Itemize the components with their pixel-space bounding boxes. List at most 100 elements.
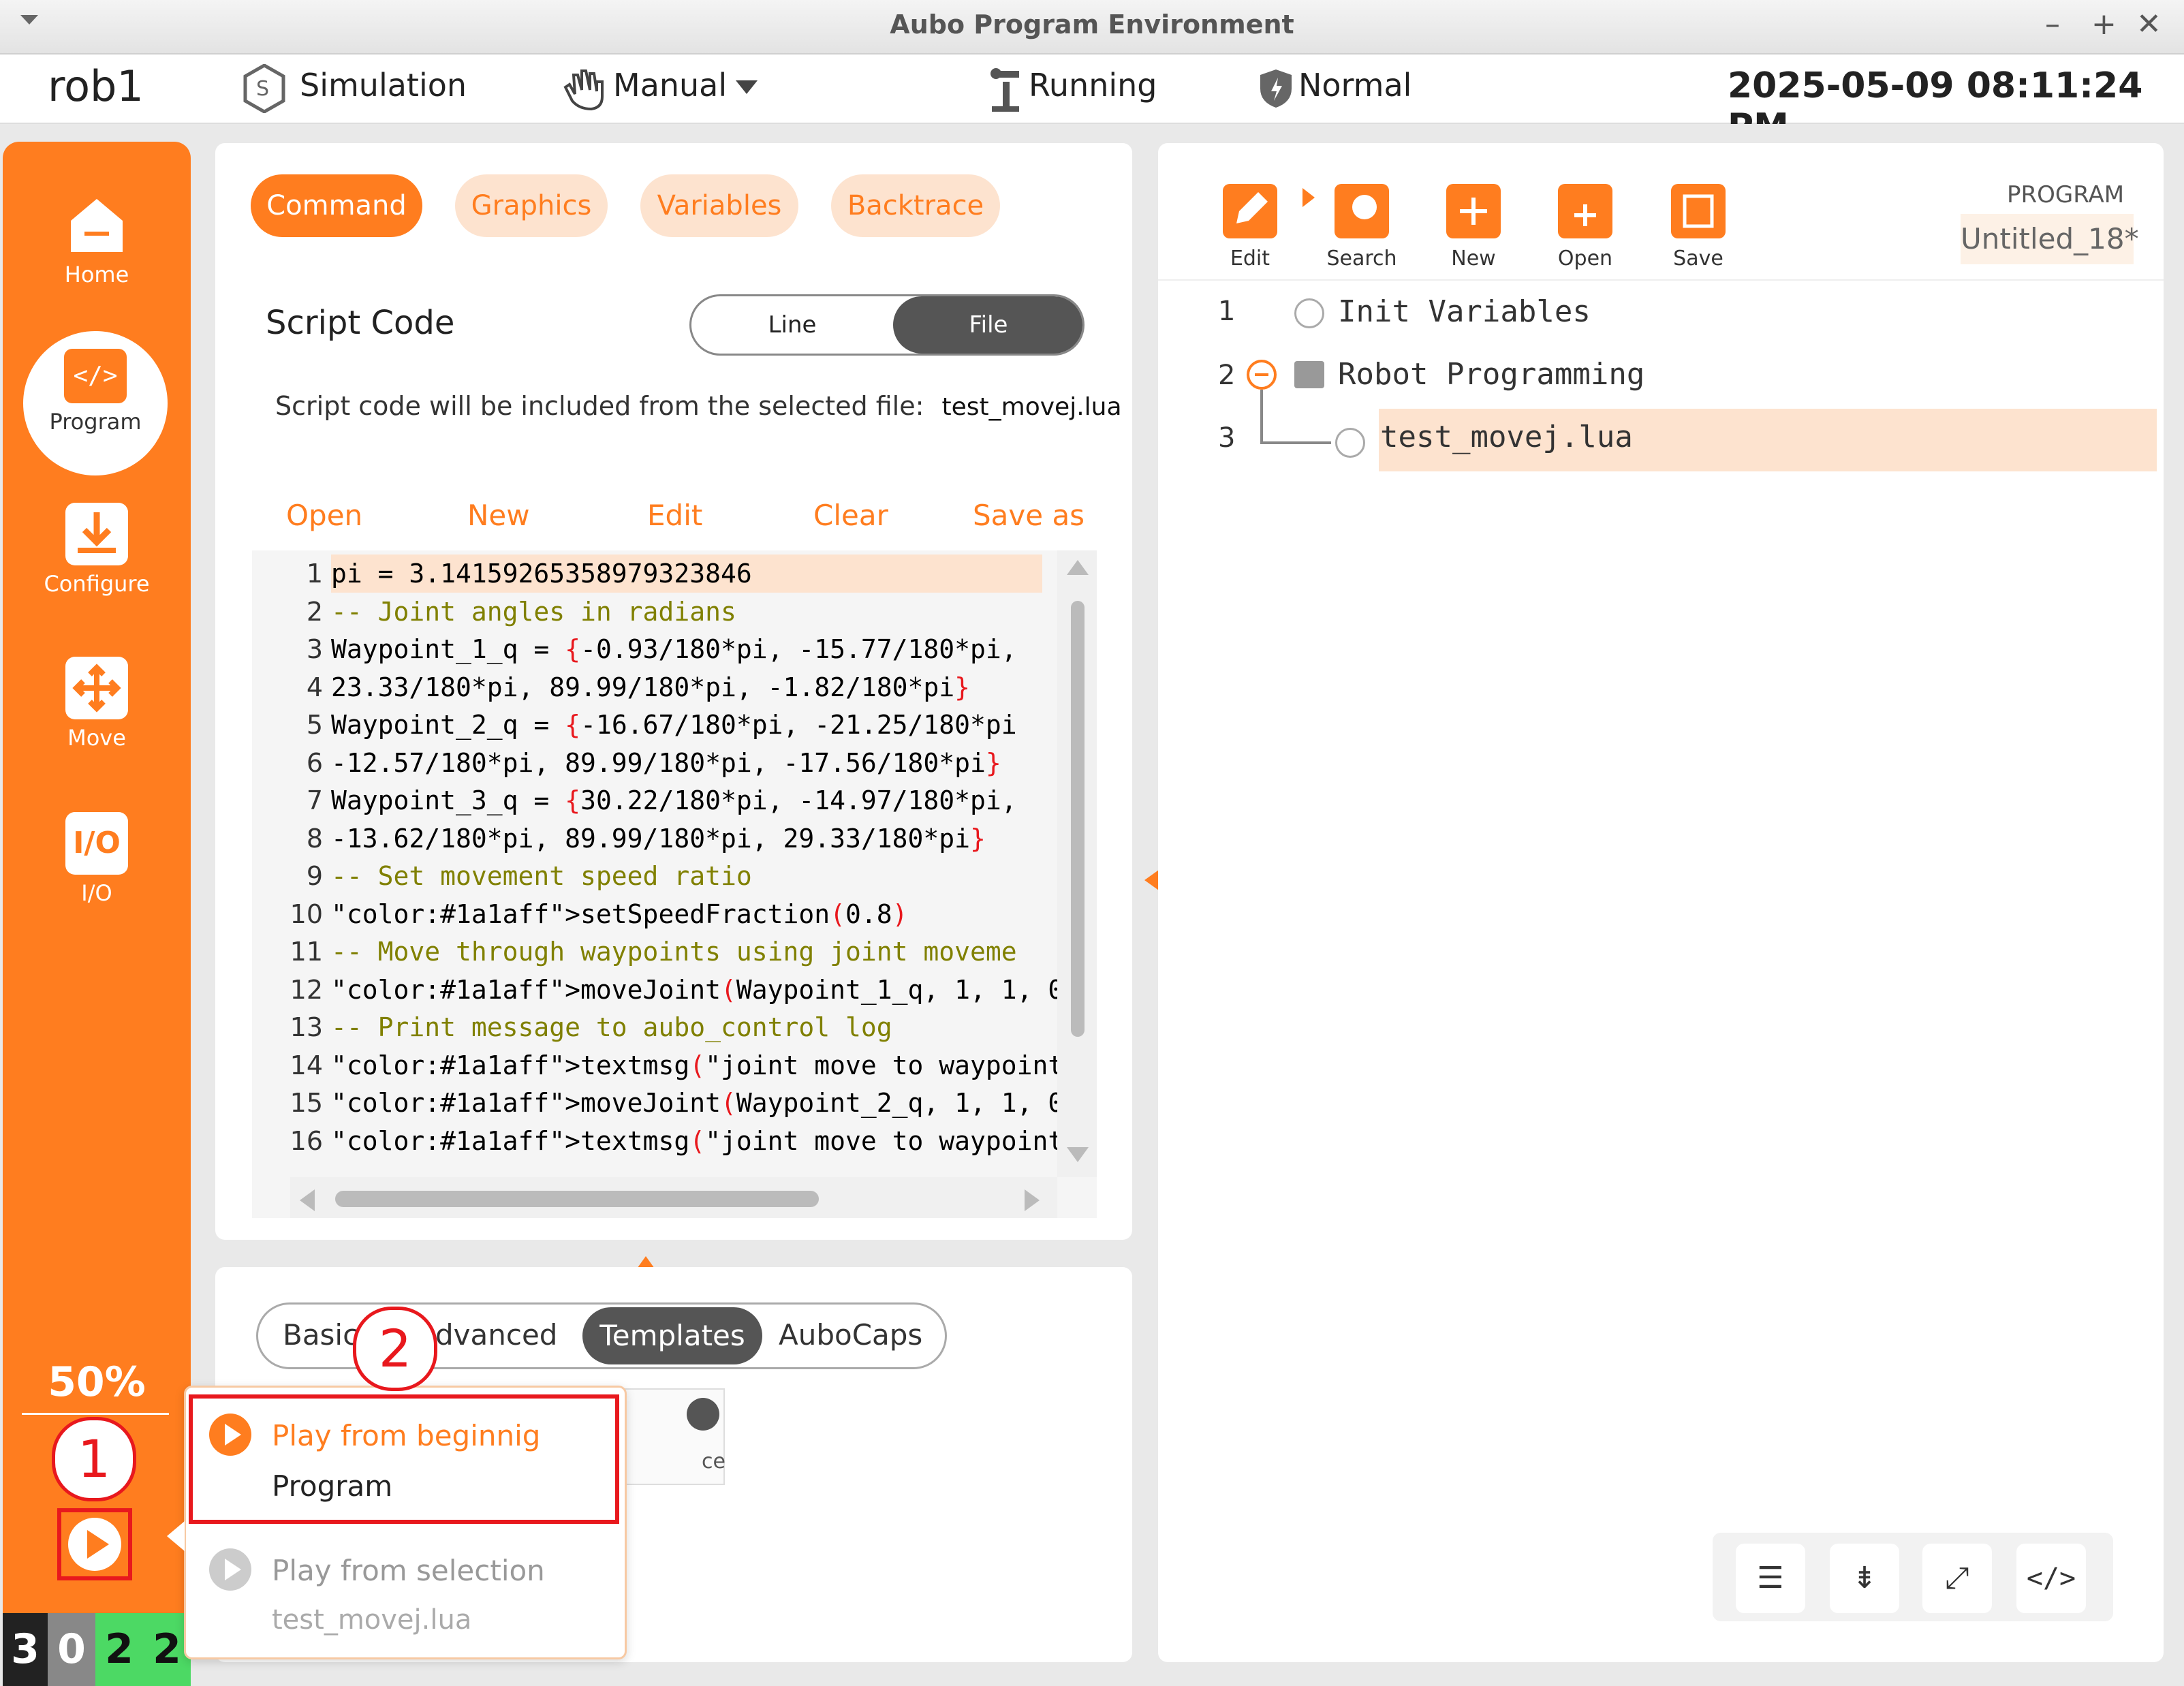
code-line: 5 Waypoint_2_q = {-16.67/180*pi, -21.25/1… [306, 710, 1017, 740]
new-file-icon [1446, 184, 1501, 238]
tab-command[interactable]: Command [251, 174, 422, 237]
tree-item-robot-programming[interactable]: Robot Programming [1338, 357, 1644, 392]
tab-basic[interactable]: Basic [283, 1318, 358, 1352]
play-from-selection-option[interactable]: Play from selection test_movej.lua [189, 1533, 619, 1652]
play-button[interactable] [57, 1508, 132, 1580]
sidebar-item-label: Home [64, 262, 129, 287]
play-from-beginning-option[interactable]: Play from beginnig Program [189, 1394, 619, 1524]
edit-dropdown-arrow-icon[interactable] [1302, 188, 1315, 207]
play-menu-pointer [167, 1521, 185, 1551]
template-item[interactable]: ce [613, 1388, 726, 1485]
code-viewer[interactable]: 1 pi = 3.14159265358979323846 2 -- Joint an… [252, 550, 1097, 1218]
sort-icon[interactable]: ☰ [1736, 1544, 1805, 1613]
collapse-icon[interactable] [1247, 360, 1277, 390]
tree-connector [1260, 441, 1331, 444]
tree-line-number: 3 [1218, 422, 1236, 454]
code-line: 6 -12.57/180*pi, 89.99/180*pi, -17.56/180… [306, 747, 1001, 778]
vertical-scrollbar[interactable] [1057, 550, 1097, 1177]
code-line: 12 "color:#1a1aff">moveJoint(Waypoint_1_q… [290, 974, 1097, 1005]
horizontal-scroll-thumb[interactable] [335, 1191, 819, 1207]
close-button[interactable]: ✕ [2136, 7, 2162, 42]
maximize-button[interactable]: + [2091, 7, 2117, 42]
tree-item-init-variables[interactable]: Init Variables [1338, 294, 1591, 329]
horizontal-scrollbar[interactable] [290, 1177, 1057, 1218]
save-as-link[interactable]: Save as [973, 499, 1085, 532]
line-file-toggle[interactable]: Line File [689, 294, 1085, 356]
code-line: 14 "color:#1a1aff">textmsg("joint move to… [290, 1050, 1097, 1080]
sidebar-item-label: Move [67, 725, 126, 751]
play-circle-icon [209, 1548, 251, 1591]
simulation-icon: S [243, 63, 286, 114]
sidebar-item-configure[interactable]: Configure [3, 503, 191, 597]
new-tool-button[interactable]: New [1429, 184, 1518, 270]
save-tool-button[interactable]: Save [1654, 184, 1743, 270]
toggle-file[interactable]: File [893, 296, 1082, 354]
program-block-icon [1294, 361, 1324, 388]
tab-aubocaps[interactable]: AuboCaps [779, 1318, 922, 1352]
toggle-line[interactable]: Line [691, 296, 893, 354]
annotation-marker-1: 1 [52, 1417, 136, 1501]
control-mode-dropdown[interactable]: Manual [613, 67, 727, 104]
code-line: 9 -- Set movement speed ratio [306, 861, 752, 891]
robot-arm-icon [986, 65, 1025, 113]
edit-link[interactable]: Edit [647, 499, 702, 532]
minimize-button[interactable]: – [2045, 7, 2060, 42]
code-line: 2 -- Joint angles in radians [306, 596, 736, 627]
counter-1: 3 [3, 1613, 48, 1686]
window-titlebar: Aubo Program Environment – + ✕ [0, 0, 2184, 54]
tab-variables[interactable]: Variables [640, 174, 798, 237]
sidebar-item-program[interactable]: </> Program [23, 331, 168, 475]
open-tool-button[interactable]: Open [1541, 184, 1629, 270]
template-icon [687, 1398, 719, 1431]
play-from-beginning-sub: Program [272, 1469, 393, 1503]
mode-label[interactable]: Simulation [300, 67, 467, 104]
code-line: 15 "color:#1a1aff">moveJoint(Waypoint_2_q… [290, 1088, 1097, 1118]
save-tool-label: Save [1673, 247, 1723, 270]
collapse-all-icon[interactable]: ⇟ [1830, 1544, 1899, 1613]
code-icon: </> [64, 349, 127, 403]
edit-tool-label: Edit [1230, 247, 1270, 270]
file-name: test_movej.lua [941, 393, 1122, 421]
expand-icon[interactable]: ⤢ [1922, 1544, 1992, 1613]
vertical-scroll-thumb[interactable] [1071, 601, 1085, 1037]
init-variables-icon [1294, 298, 1324, 328]
play-from-beginning-label: Play from beginnig [272, 1419, 541, 1452]
open-tool-label: Open [1557, 247, 1613, 270]
clear-link[interactable]: Clear [813, 499, 888, 532]
tab-advanced[interactable]: Advanced [416, 1318, 557, 1352]
template-label: ce [702, 1450, 726, 1473]
tab-graphics[interactable]: Graphics [455, 174, 608, 237]
code-line: 11 -- Move through waypoints using joint … [290, 937, 1017, 967]
pencil-icon [1223, 184, 1277, 238]
play-from-selection-sub: test_movej.lua [272, 1604, 472, 1636]
tree-connector [1260, 390, 1263, 443]
counter-2: 0 [48, 1613, 95, 1686]
file-info: Script code will be included from the se… [275, 391, 1122, 421]
edit-tool-button[interactable]: Edit [1206, 184, 1294, 270]
annotation-marker-2: 2 [353, 1307, 437, 1391]
tab-templates[interactable]: Templates [582, 1307, 762, 1364]
move-icon [65, 657, 128, 719]
sidebar-item-move[interactable]: Move [3, 657, 191, 751]
code-line: 10 "color:#1a1aff">setSpeedFraction(0.8) [290, 899, 908, 929]
play-icon [68, 1518, 121, 1571]
sidebar-item-io[interactable]: I/O I/O [3, 812, 191, 906]
folder-icon [1558, 184, 1612, 238]
search-tool-button[interactable]: Search [1317, 184, 1406, 270]
shield-icon [1259, 68, 1293, 109]
chevron-down-icon[interactable] [736, 80, 758, 94]
toolbar-divider [1158, 279, 2164, 281]
new-link[interactable]: New [467, 499, 530, 532]
search-tool-label: Search [1326, 247, 1397, 270]
speed-percentage: 50% [48, 1358, 146, 1406]
svg-text:S: S [256, 77, 269, 101]
home-icon [65, 193, 128, 256]
tree-item-script[interactable]: test_movej.lua [1380, 420, 1633, 454]
code-view-icon[interactable]: </> [2016, 1544, 2086, 1613]
code-line: 4 23.33/180*pi, 89.99/180*pi, -1.82/180*p… [306, 672, 971, 702]
code-line: 16 "color:#1a1aff">textmsg("joint move to… [290, 1125, 1097, 1156]
tab-backtrace[interactable]: Backtrace [831, 174, 1000, 237]
sidebar-item-home[interactable]: Home [3, 193, 191, 287]
script-icon [1335, 428, 1365, 458]
open-link[interactable]: Open [286, 499, 362, 532]
